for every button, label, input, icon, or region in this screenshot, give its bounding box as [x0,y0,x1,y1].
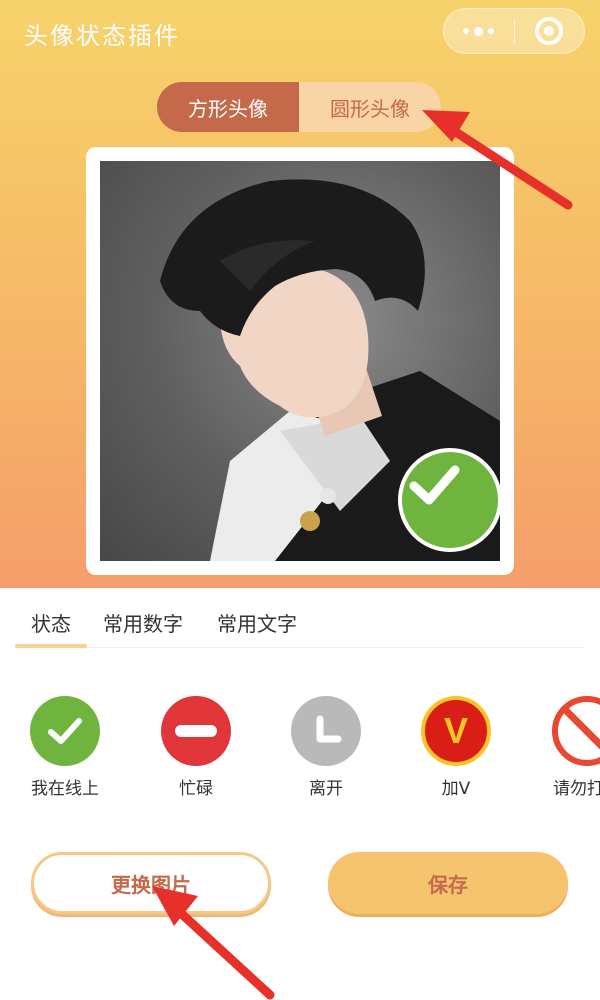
more-dots-icon [463,26,495,36]
save-button[interactable]: 保存 [328,852,568,914]
status-label: 忙碌 [179,779,213,799]
status-option-busy[interactable]: 忙碌 [141,696,251,799]
status-option-away[interactable]: 离开 [271,696,381,799]
square-avatar-option[interactable]: 方形头像 [157,82,299,132]
change-image-button[interactable]: 更换图片 [31,852,271,914]
avatar-shape-toggle: 方形头像 圆形头像 [157,82,441,132]
more-menu-button[interactable] [444,8,514,54]
busy-minus-icon [161,696,231,766]
target-circle-icon [535,17,564,45]
status-option-online[interactable]: 我在线上 [10,696,120,799]
tab-common-numbers[interactable]: 常用数字 [103,600,183,647]
status-option-do-not-disturb[interactable]: 请勿打扰 [532,696,600,799]
status-options-row: 我在线上 忙碌 离开 V 加V 请勿打扰 [0,696,600,806]
avatar-photo [100,161,500,561]
round-avatar-option[interactable]: 圆形头像 [299,82,441,132]
status-option-verified[interactable]: V 加V [401,696,511,799]
header-background: 头像状态插件 方形头像 圆形头像 [0,0,600,588]
verified-v-glyph: V [443,710,468,751]
close-mini-program-button[interactable] [515,8,585,54]
app-title: 头像状态插件 [24,22,180,50]
online-check-icon [30,696,100,766]
mini-program-capsule [443,8,585,54]
away-clock-icon [291,696,361,766]
status-label: 离开 [309,779,343,799]
verified-v-icon: V [421,696,491,766]
tab-common-text[interactable]: 常用文字 [217,600,297,647]
green-check-icon [398,448,500,552]
status-label: 我在线上 [31,779,99,799]
status-label: 请勿打扰 [553,779,600,799]
tab-status[interactable]: 状态 [15,600,87,648]
avatar-preview-frame [86,147,514,575]
do-not-disturb-icon [552,696,600,766]
status-label: 加V [441,779,471,799]
category-tabs: 状态 常用数字 常用文字 [15,600,585,648]
